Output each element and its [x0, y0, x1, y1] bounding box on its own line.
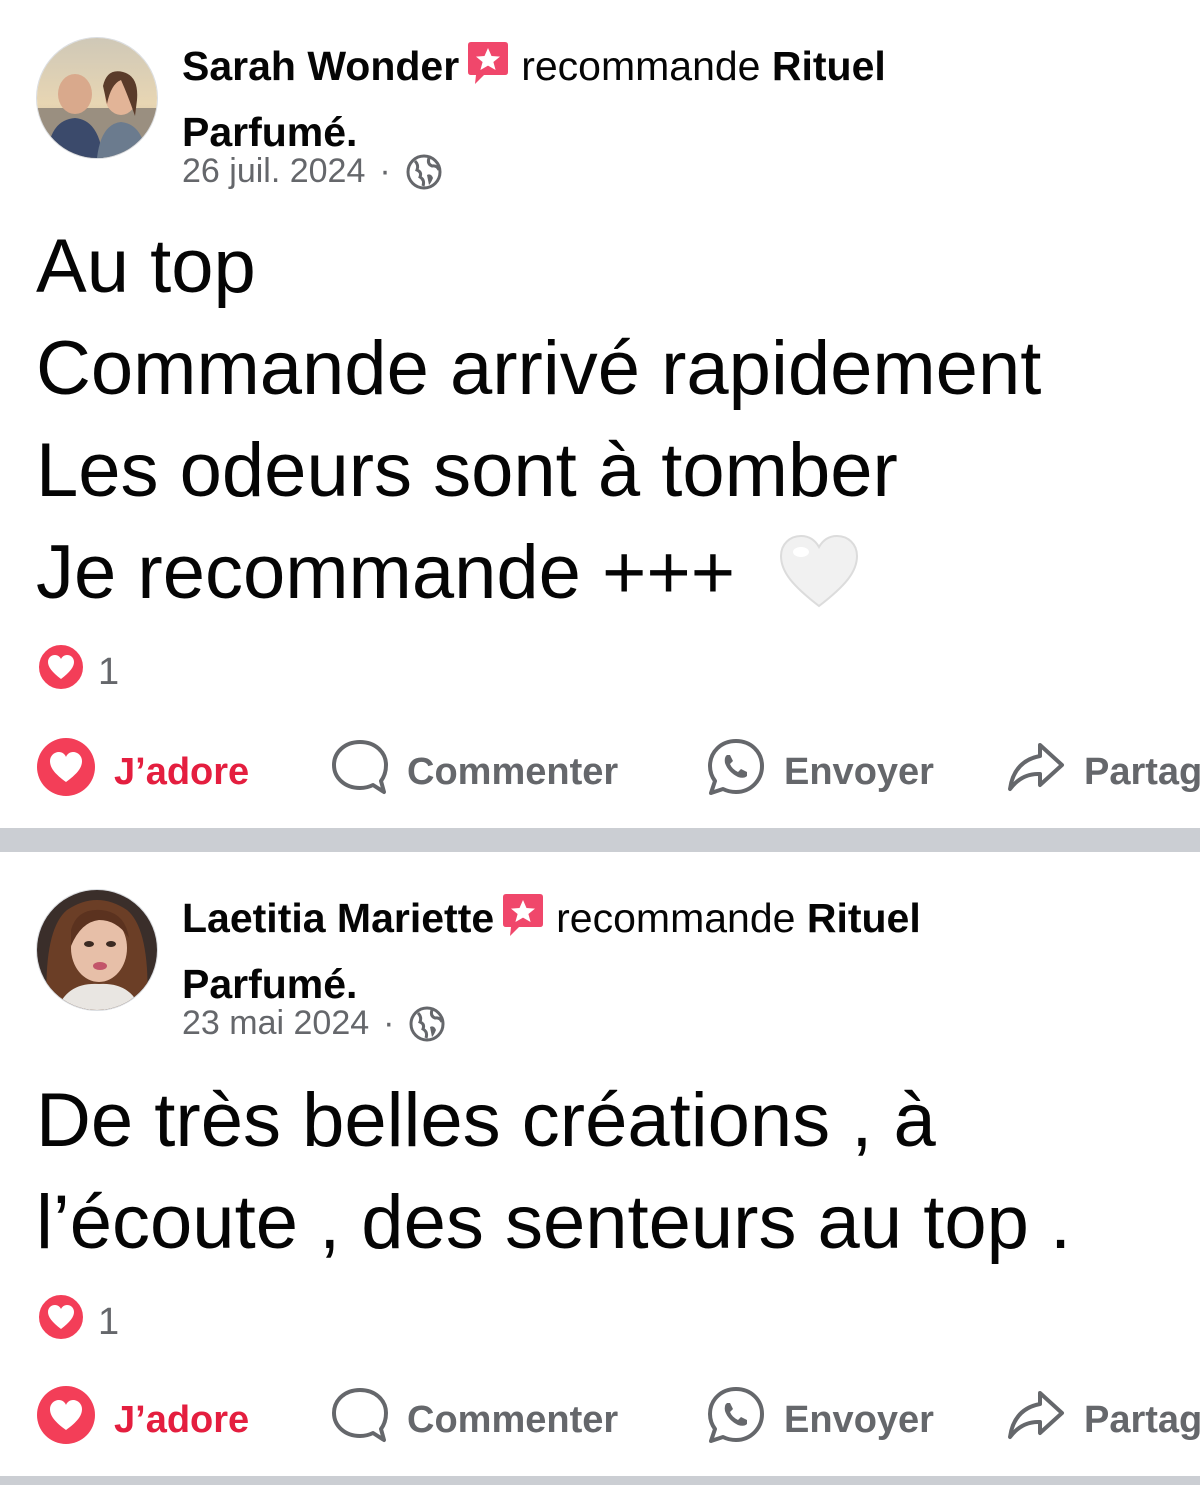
send-button[interactable]: Envoyer: [706, 737, 1006, 807]
reaction-count: 1: [98, 1300, 120, 1343]
share-label: Partag: [1084, 750, 1200, 793]
share-label: Partag: [1084, 1398, 1200, 1441]
author-name[interactable]: Laetitia Mariette: [182, 895, 494, 941]
like-label: J’adore: [114, 750, 250, 793]
love-icon: [36, 737, 96, 807]
meta-separator: ·: [383, 1004, 395, 1042]
post-body: Au top Commande arrivé rapidement Les od…: [36, 216, 1041, 634]
globe-icon: [408, 1005, 446, 1043]
meta-separator: ·: [379, 152, 391, 190]
share-button[interactable]: Partag: [1006, 1385, 1200, 1455]
share-arrow-icon: [1006, 737, 1066, 807]
whatsapp-icon: [706, 737, 766, 807]
post-header: Laetitia Mariette recommande Rituel Parfum…: [182, 888, 1062, 1014]
white-heart-emoji: [779, 532, 859, 634]
post-body-line: l’écoute , des senteurs au top .: [36, 1180, 1072, 1265]
post-meta: 26 juil. 2024 ·: [182, 152, 443, 191]
like-label: J’adore: [114, 1398, 250, 1441]
love-reaction-icon: [36, 642, 86, 702]
avatar[interactable]: [36, 889, 158, 1011]
post-body-line: De très belles créations , à: [36, 1078, 936, 1163]
post-header: Sarah Wonder recommande Rituel Parfumé.: [182, 36, 1062, 162]
love-reaction-icon: [36, 1292, 86, 1352]
comment-label: Commenter: [407, 750, 619, 793]
post-body: De très belles créations , à l’écoute , …: [36, 1070, 1071, 1274]
comment-bubble-icon: [331, 1386, 389, 1454]
post-body-line: Commande arrivé rapidement: [36, 326, 1042, 411]
recommendation-badge-icon: [502, 892, 544, 954]
like-button[interactable]: J’adore: [36, 737, 331, 807]
post-meta: 23 mai 2024 ·: [182, 1004, 446, 1043]
recommendation-post: Sarah Wonder recommande Rituel Parfumé. 26…: [0, 0, 1200, 828]
post-body-line-last: Je recommande +++: [36, 522, 1041, 634]
send-button[interactable]: Envoyer: [706, 1385, 1006, 1455]
share-button[interactable]: Partag: [1006, 737, 1200, 807]
comment-button[interactable]: Commenter: [331, 738, 706, 806]
action-text: recommande: [556, 895, 796, 941]
action-bar: J’adore Commenter Envoyer Partag: [36, 737, 1200, 807]
post-body-line: Les odeurs sont à tomber: [36, 428, 898, 513]
post-body-line: Au top: [36, 224, 256, 309]
post-date[interactable]: 26 juil. 2024: [182, 152, 365, 191]
comment-bubble-icon: [331, 738, 389, 806]
action-bar: J’adore Commenter Envoyer Partag: [36, 1385, 1200, 1455]
like-button[interactable]: J’adore: [36, 1385, 331, 1455]
comment-label: Commenter: [407, 1398, 619, 1441]
post-separator: [0, 828, 1200, 852]
action-text: recommande: [521, 43, 761, 89]
globe-icon: [405, 153, 443, 191]
post-date[interactable]: 23 mai 2024: [182, 1004, 369, 1043]
post-separator: [0, 1476, 1200, 1485]
love-icon: [36, 1385, 96, 1455]
recommendation-badge-icon: [467, 40, 509, 102]
reaction-summary[interactable]: 1: [36, 1292, 119, 1352]
send-label: Envoyer: [784, 1398, 934, 1441]
whatsapp-icon: [706, 1385, 766, 1455]
send-label: Envoyer: [784, 750, 934, 793]
author-name[interactable]: Sarah Wonder: [182, 43, 459, 89]
recommendation-post: Laetitia Mariette recommande Rituel Parfum…: [0, 852, 1200, 1476]
avatar[interactable]: [36, 37, 158, 159]
share-arrow-icon: [1006, 1385, 1066, 1455]
reaction-count: 1: [98, 650, 120, 693]
reaction-summary[interactable]: 1: [36, 642, 119, 702]
comment-button[interactable]: Commenter: [331, 1386, 706, 1454]
